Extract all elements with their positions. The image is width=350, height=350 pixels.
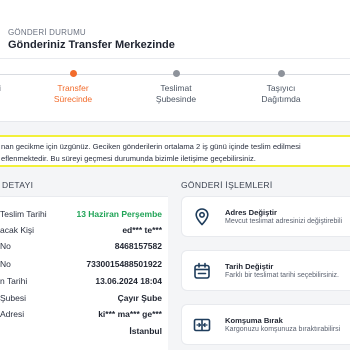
status-title: Gönderiniz Transfer Merkezinde [8, 39, 175, 51]
change-address-action[interactable]: Adres Değiştir Mevcut teslimat adresiniz… [181, 196, 350, 237]
change-date-action[interactable]: Tarih Değiştir Farklı bir teslimat tarih… [181, 250, 350, 291]
detail-row: No 7330015488501922 [0, 258, 168, 270]
detail-row: acak Kişi ed*** te*** [0, 224, 168, 236]
step-branch: Teslimat Şubesinde [131, 70, 221, 105]
detail-key: n Tarihi [0, 276, 28, 286]
action-subtitle: Kargonuzu komşunuza bıraktırabilirsi [225, 326, 341, 333]
detail-key: Teslim Tarihi [0, 209, 47, 219]
warning-line-1: nan gecikme için üzgünüz. Geciken gönder… [1, 142, 301, 151]
detail-row: Teslim Tarihi 13 Haziran Perşembe [0, 208, 168, 220]
details-section-title: DETAYI [2, 180, 34, 190]
divider [0, 58, 350, 59]
shipment-details-card: Teslim Tarihi 13 Haziran Perşembe acak K… [0, 196, 168, 350]
status-label: GÖNDERİ DURUMU [8, 28, 86, 37]
detail-value: ed*** te*** [122, 225, 162, 235]
detail-key: No [0, 259, 11, 269]
detail-row: No 8468157582 [0, 240, 168, 252]
detail-value: 13.06.2024 18:04 [95, 276, 162, 286]
detail-value: ki*** ma*** ge*** [98, 309, 162, 319]
calendar-icon [194, 262, 210, 279]
detail-value: 13 Haziran Perşembe [76, 209, 162, 219]
step-dot [277, 70, 285, 77]
warning-line-2: eflenmektedir. Bu süreyi geçmesi durumun… [1, 154, 256, 163]
shipment-status-card: GÖNDERİ DURUMU Gönderiniz Transfer Merke… [0, 0, 350, 122]
step-label: Teslimat Şubesinde [155, 83, 197, 104]
leave-with-neighbor-action[interactable]: Komşuma Bırak Kargonuzu komşunuza bırakt… [181, 304, 350, 345]
detail-key: Şubesi [0, 293, 26, 303]
actions-section-title: GÖNDERİ İŞLEMLERİ [181, 180, 273, 190]
step-transfer: Transfer Sürecinde [28, 70, 118, 105]
detail-value: 8468157582 [114, 241, 162, 251]
location-pin-icon [195, 208, 209, 226]
detail-row: İstanbul [0, 325, 168, 337]
action-title: Komşuma Bırak [225, 316, 283, 325]
action-title: Tarih Değiştir [225, 262, 274, 271]
package-transfer-icon [193, 318, 211, 332]
step-courier: Taşıyıcı Dağıtımda [236, 70, 326, 105]
step-dot-active [69, 70, 77, 77]
detail-row: Şubesi Çayır Şube [0, 292, 168, 304]
step-label: Taşıyıcı Dağıtımda [261, 83, 301, 104]
delay-warning-banner: nan gecikme için üzgünüz. Geciken gönder… [0, 135, 350, 167]
detail-value: İstanbul [129, 326, 162, 336]
action-title: Adres Değiştir [225, 208, 277, 217]
detail-value: 7330015488501922 [86, 259, 162, 269]
step-label: Transfer Sürecinde [53, 83, 93, 104]
detail-key: Adresi [0, 309, 25, 319]
step-dot [172, 70, 180, 77]
action-subtitle: Mevcut teslimat adresinizi değiştirebili [225, 218, 343, 225]
detail-row: Adresi ki*** ma*** ge*** [0, 308, 168, 320]
detail-row: n Tarihi 13.06.2024 18:04 [0, 275, 168, 287]
detail-key: acak Kişi [0, 225, 35, 235]
detail-key: No [0, 241, 11, 251]
action-subtitle: Farklı bir teslimat tarihi seçebilirsini… [225, 272, 339, 279]
detail-value: Çayır Şube [117, 293, 162, 303]
